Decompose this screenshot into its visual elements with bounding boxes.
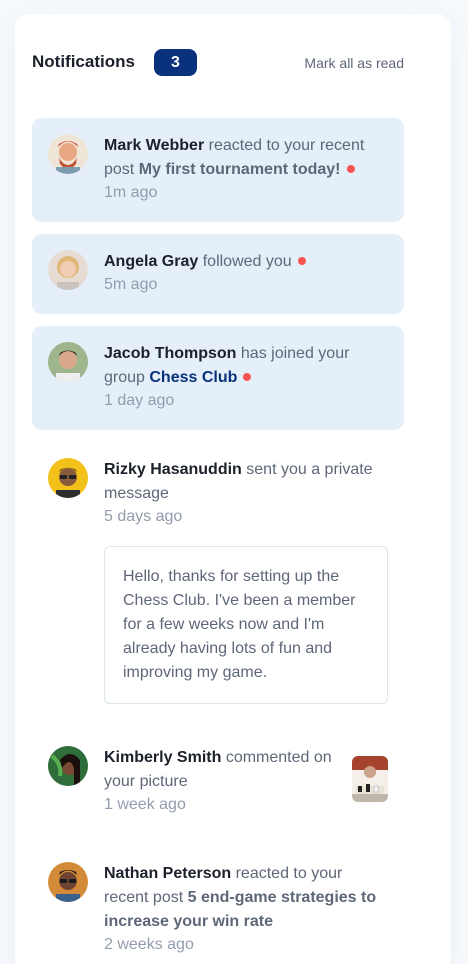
notification-time: 1 week ago bbox=[104, 796, 186, 813]
notification-item[interactable]: Nathan Peterson reacted to your recent p… bbox=[32, 846, 404, 964]
notification-item[interactable]: Angela Gray followed you 5m ago bbox=[32, 234, 404, 314]
notification-text: Rizky Hasanuddin sent you a private mess… bbox=[104, 458, 386, 506]
notifications-header: Notifications 3 Mark all as read bbox=[32, 49, 404, 79]
avatar-rizky-hasanuddin[interactable] bbox=[48, 458, 88, 498]
notification-time: 5 days ago bbox=[104, 508, 183, 525]
notification-item[interactable]: Kimberly Smith commented on your picture… bbox=[32, 730, 404, 834]
chess-picture-thumbnail[interactable] bbox=[352, 756, 388, 802]
notification-user[interactable]: Nathan Peterson bbox=[104, 865, 231, 882]
avatar-kimberly-smith[interactable] bbox=[48, 746, 88, 786]
notification-time: 1m ago bbox=[104, 184, 158, 201]
notification-time: 1 day ago bbox=[104, 392, 175, 409]
unread-dot-icon bbox=[297, 257, 306, 265]
unread-dot-icon bbox=[346, 165, 355, 173]
notification-text: Nathan Peterson reacted to your recent p… bbox=[104, 862, 386, 934]
notification-text: Mark Webber reacted to your recent post … bbox=[104, 134, 386, 182]
notification-text: Jacob Thompson has joined your group Che… bbox=[104, 342, 386, 390]
private-message-preview[interactable]: Hello, thanks for setting up the Chess C… bbox=[104, 546, 388, 704]
avatar-angela-gray[interactable] bbox=[48, 250, 88, 290]
notification-text: Kimberly Smith commented on your picture bbox=[104, 746, 334, 794]
avatar-jacob-thompson[interactable] bbox=[48, 342, 88, 382]
notification-text: Angela Gray followed you bbox=[104, 250, 386, 274]
notification-user[interactable]: Angela Gray bbox=[104, 253, 198, 270]
notification-user[interactable]: Rizky Hasanuddin bbox=[104, 461, 242, 478]
notification-item[interactable]: Mark Webber reacted to your recent post … bbox=[32, 118, 404, 222]
notification-item[interactable]: Jacob Thompson has joined your group Che… bbox=[32, 326, 404, 430]
unread-dot-icon bbox=[243, 373, 252, 381]
notification-user[interactable]: Jacob Thompson bbox=[104, 345, 236, 362]
unread-count-badge: 3 bbox=[154, 49, 197, 76]
notification-item[interactable]: Rizky Hasanuddin sent you a private mess… bbox=[32, 442, 404, 712]
avatar-nathan-peterson[interactable] bbox=[48, 862, 88, 902]
mark-all-read-button[interactable]: Mark all as read bbox=[304, 55, 404, 71]
notification-post-link[interactable]: My first tournament today! bbox=[139, 161, 341, 178]
notification-action: followed you bbox=[202, 253, 292, 270]
notification-user[interactable]: Mark Webber bbox=[104, 137, 204, 154]
avatar-mark-webber[interactable] bbox=[48, 134, 88, 174]
notification-user[interactable]: Kimberly Smith bbox=[104, 749, 221, 766]
notification-time: 2 weeks ago bbox=[104, 936, 194, 953]
notification-time: 5m ago bbox=[104, 276, 158, 293]
notification-group-link[interactable]: Chess Club bbox=[149, 369, 237, 386]
page-title: Notifications bbox=[32, 52, 135, 71]
